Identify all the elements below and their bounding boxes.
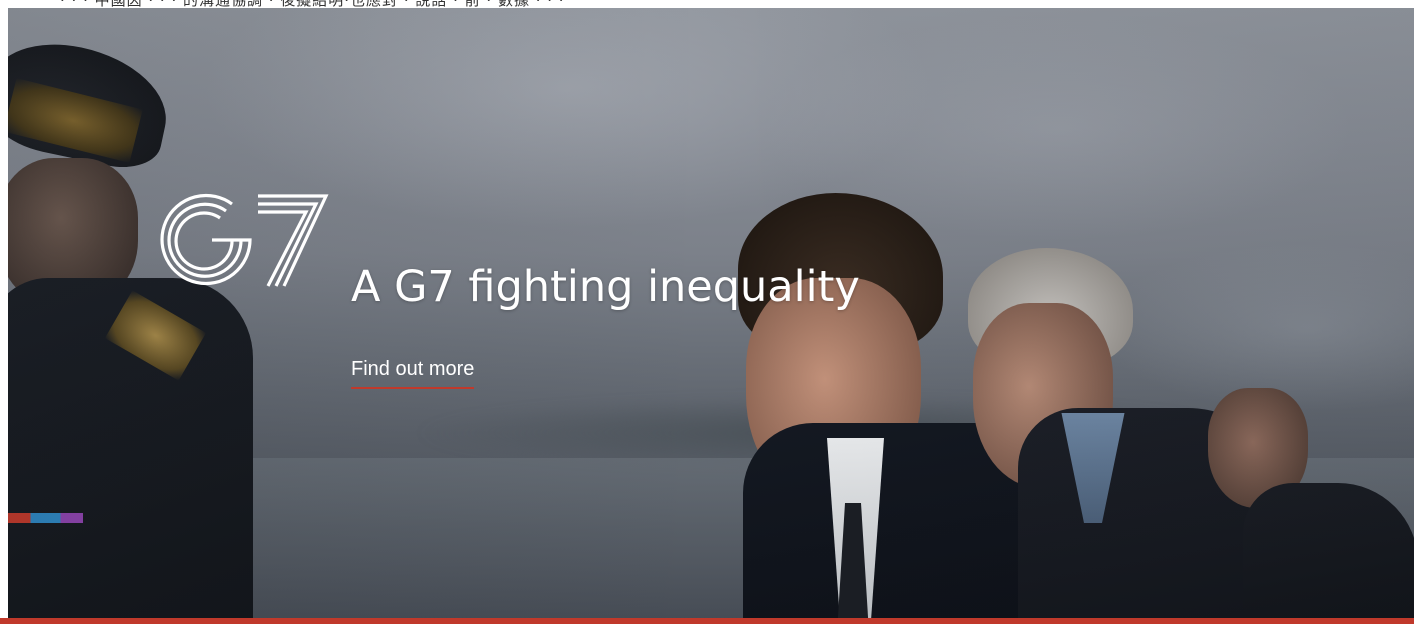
- cropped-text: · · · 中國因 · · · 的溝通協調 · 後擬紹明·也應對 · 說話 · …: [60, 0, 565, 8]
- g7-logo-icon: G7: [160, 193, 329, 287]
- accent-bar: [0, 618, 1414, 624]
- find-out-more-link[interactable]: Find out more: [351, 358, 475, 389]
- hero-banner: G7 A G7 fighting inequality Find out mor…: [8, 8, 1414, 619]
- hero-overlay: [8, 8, 1414, 619]
- hero-headline: A G7 fighting inequality: [351, 262, 860, 312]
- top-cropped-text-strip: · · · 中國因 · · · 的溝通協調 · 後擬紹明·也應對 · 說話 · …: [0, 0, 1414, 8]
